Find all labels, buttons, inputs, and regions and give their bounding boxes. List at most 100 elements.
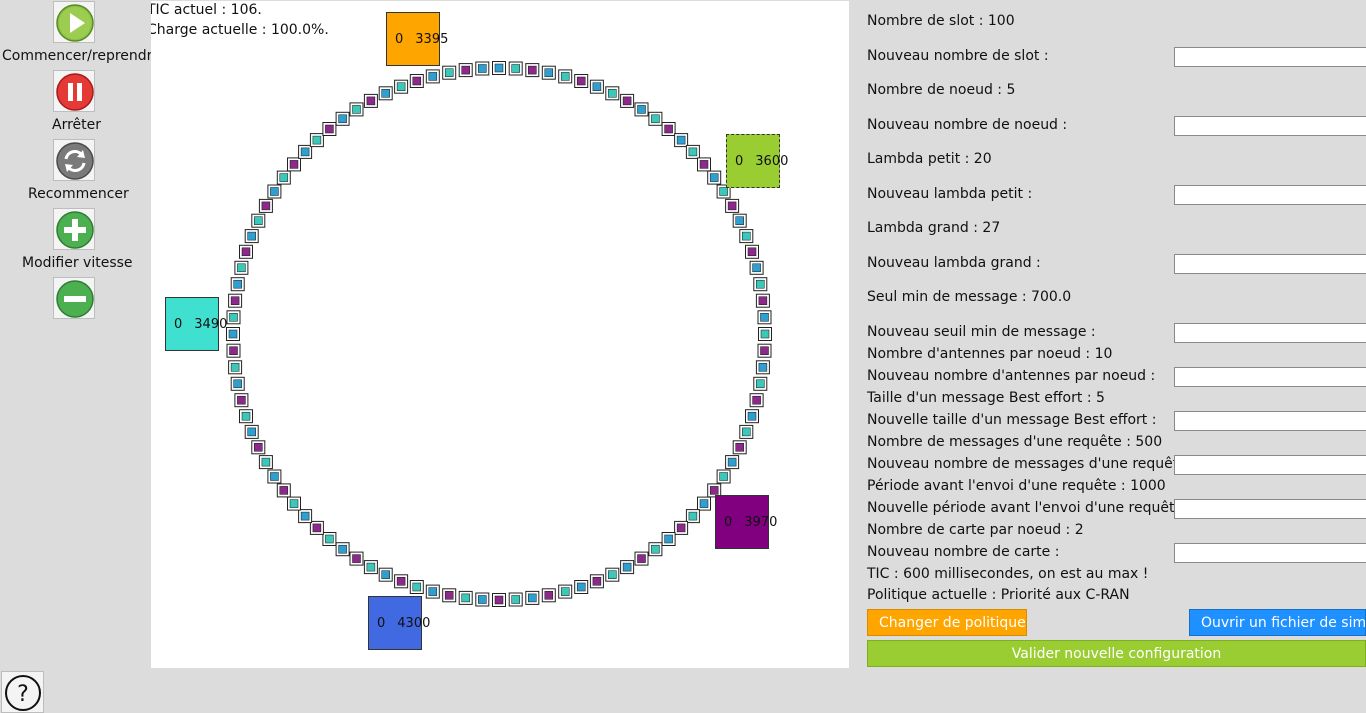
ring-slot-fill: [511, 595, 520, 604]
ring-slot-fill: [247, 231, 256, 241]
node-value-a: 0: [724, 515, 733, 530]
lambda-big-text: Lambda grand : 27: [867, 220, 1001, 236]
ring-slot-fill: [709, 486, 719, 495]
ring-slot-fill: [727, 201, 737, 211]
ring-slot-fill: [247, 427, 256, 437]
node-value-b: 3395: [415, 32, 449, 47]
ring-slot-fill: [608, 89, 617, 98]
ring-slot-fill: [381, 570, 390, 579]
config-panel: Nombre de slot : 100 Nouveau nombre de s…: [867, 0, 1366, 713]
ring-slot-fill: [338, 544, 347, 554]
ring-slot-fill: [270, 472, 279, 481]
ring-slot-fill: [478, 595, 487, 604]
ring-slot-fill: [719, 187, 728, 196]
ring-slot-fill: [352, 554, 361, 563]
stop-button[interactable]: [53, 70, 95, 112]
restart-button[interactable]: [53, 139, 95, 181]
ring-slot-fill: [494, 595, 504, 605]
ring-slot-fill: [622, 96, 632, 106]
ring-slot-fill: [338, 114, 347, 124]
new-node-input[interactable]: [1174, 116, 1366, 136]
plus-icon: [56, 211, 94, 249]
ring-slot-fill: [637, 554, 646, 563]
ring-slot-fill: [325, 534, 334, 544]
ring-slot-fill: [228, 329, 238, 339]
ring-slot-fill: [651, 114, 660, 124]
node-value-b: 3600: [755, 154, 789, 169]
validate-config-button[interactable]: Valider nouvelle configuration: [867, 640, 1366, 667]
new-be-size-input[interactable]: [1174, 411, 1366, 431]
new-slot-input[interactable]: [1174, 47, 1366, 67]
ring-slot-fill: [444, 68, 454, 77]
change-policy-button[interactable]: Changer de politique: [867, 609, 1027, 636]
start-button[interactable]: [53, 1, 95, 43]
pause-icon: [56, 73, 94, 111]
ring-slot-fill: [664, 124, 673, 134]
node-top: 0 3395: [386, 12, 448, 66]
node-bottom: 0 4300: [368, 596, 430, 650]
ring-slot-fill: [688, 147, 698, 157]
ring-slot-fill: [289, 160, 299, 169]
node-value-b: 4300: [397, 616, 431, 631]
new-period-input[interactable]: [1174, 499, 1366, 519]
ring-slot-fill: [651, 544, 660, 554]
new-lambda-small-label: Nouveau lambda petit :: [867, 186, 1033, 202]
node-left: 0 3490: [165, 297, 227, 351]
new-lambda-big-input[interactable]: [1174, 254, 1366, 274]
ring-slot-fill: [478, 64, 487, 73]
new-min-message-label: Nouveau seuil min de message :: [867, 324, 1096, 340]
ring-slot-fill: [254, 443, 263, 452]
ring-slot-fill: [592, 577, 602, 586]
ring-slot-fill: [544, 591, 554, 600]
ring-slot-fill: [279, 173, 289, 182]
ring-slot-fill: [511, 64, 520, 73]
node-value-a: 0: [395, 32, 404, 47]
play-icon: [56, 4, 94, 42]
speed-down-button[interactable]: [53, 277, 95, 319]
open-file-button[interactable]: Ouvrir un fichier de simulation: [1189, 609, 1366, 636]
ring-slot-fill: [727, 457, 737, 467]
ring-slot-fill: [461, 65, 470, 75]
ring-slot-fill: [412, 76, 422, 86]
new-period-label: Nouvelle période avant l'envoi d'une req…: [867, 500, 1193, 516]
new-request-messages-input[interactable]: [1174, 455, 1366, 475]
ring-slot-fill: [664, 534, 673, 544]
simulation-canvas: TIC actuel : 106. Charge actuelle : 100.…: [151, 1, 849, 668]
ring-slot-fill: [270, 187, 279, 196]
ring-slot-fill: [254, 216, 263, 225]
speed-up-button[interactable]: [53, 208, 95, 250]
ring-slot-fill: [444, 591, 454, 600]
ring-slot-fill: [325, 124, 334, 134]
ring-slot-fill: [752, 263, 761, 273]
ring-slot-fill: [412, 582, 422, 592]
ring-slot-fill: [233, 279, 242, 289]
ring-slot-fill: [396, 577, 406, 586]
ring-slot-fill: [289, 499, 299, 508]
new-antennas-input[interactable]: [1174, 367, 1366, 387]
ring-slot-fill: [742, 231, 751, 241]
ring-slot-fill: [760, 346, 769, 355]
ring-slot-fill: [735, 443, 744, 452]
help-button[interactable]: ?: [1, 671, 44, 713]
ring-slot-fill: [428, 587, 438, 596]
ring-slot-fill: [300, 511, 310, 521]
ring-slot-fill: [756, 379, 765, 389]
ring-slot-fill: [261, 457, 271, 467]
antennas-text: Nombre d'antennes par noeud : 10: [867, 346, 1113, 362]
new-min-message-input[interactable]: [1174, 323, 1366, 343]
ring-slot-fill: [719, 472, 728, 481]
new-antennas-label: Nouveau nombre d'antennes par noeud :: [867, 368, 1156, 384]
node-value-b: 3970: [744, 515, 778, 530]
ring-slot-fill: [230, 296, 240, 305]
node-right-top: 0 3600: [726, 134, 788, 188]
ring-slot-fill: [608, 570, 617, 579]
ring-slot-fill: [312, 523, 322, 533]
new-lambda-small-input[interactable]: [1174, 185, 1366, 205]
ring-slot-fill: [494, 63, 504, 73]
cards-text: Nombre de carte par noeud : 2: [867, 522, 1084, 538]
new-cards-input[interactable]: [1174, 543, 1366, 563]
new-lambda-big-label: Nouveau lambda grand :: [867, 255, 1041, 271]
ring-slot-fill: [676, 135, 686, 145]
refresh-icon: [56, 142, 94, 180]
start-label: Commencer/reprendre: [2, 48, 161, 64]
